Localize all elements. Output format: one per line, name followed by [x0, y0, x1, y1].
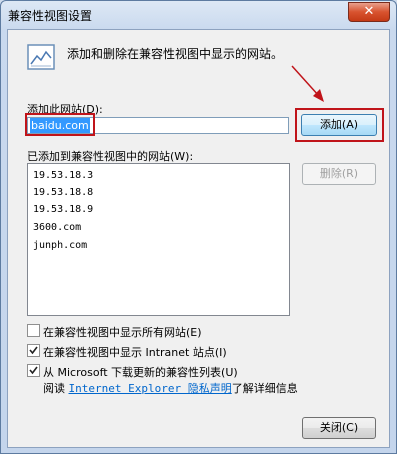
site-list[interactable]: 19.53.18.3 19.53.18.8 19.53.18.9 3600.co…	[27, 163, 290, 316]
privacy-info-text: 阅读 Internet Explorer 隐私声明了解详细信息	[43, 380, 298, 396]
checkmark-icon	[29, 346, 38, 355]
red-arrow-annotation	[291, 65, 324, 102]
privacy-suffix: 了解详细信息	[231, 382, 298, 395]
intranet-label: 在兼容性视图中显示 Intranet 站点(I)	[43, 346, 227, 359]
microsoft-list-label: 从 Microsoft 下载更新的兼容性列表(U)	[43, 366, 238, 379]
list-item[interactable]: 3600.com	[33, 222, 81, 233]
show-all-label: 在兼容性视图中显示所有网站(E)	[43, 326, 202, 339]
window-title: 兼容性视图设置	[8, 9, 93, 23]
show-all-checkbox[interactable]	[27, 324, 40, 337]
list-item[interactable]: 19.53.18.9	[33, 204, 93, 215]
list-item[interactable]: 19.53.18.3	[33, 170, 93, 181]
intranet-checkbox[interactable]	[27, 344, 40, 357]
checkmark-icon	[29, 366, 38, 375]
privacy-prefix: 阅读	[43, 382, 65, 395]
privacy-statement-link[interactable]: Internet Explorer 隐私声明	[69, 382, 232, 395]
site-list-label: 已添加到兼容性视图中的网站(W):	[27, 150, 194, 163]
microsoft-list-checkbox[interactable]	[27, 364, 40, 377]
window-close-button[interactable]: ✕	[348, 2, 390, 22]
dialog-body: 添加和删除在兼容性视图中显示的网站。 添加此网站(D): baidu.com 添…	[7, 29, 390, 448]
title-bar[interactable]: 兼容性视图设置 ✕	[1, 1, 396, 29]
close-button[interactable]: 关闭(C)	[302, 417, 376, 439]
list-item[interactable]: 19.53.18.8	[33, 187, 93, 198]
dialog-window: 兼容性视图设置 ✕ 添加和删除在兼容性视图中显示的网站。 添加此网站(D): b…	[0, 0, 397, 454]
list-item[interactable]: junph.com	[33, 240, 87, 251]
remove-button[interactable]: 删除(R)	[302, 163, 376, 185]
